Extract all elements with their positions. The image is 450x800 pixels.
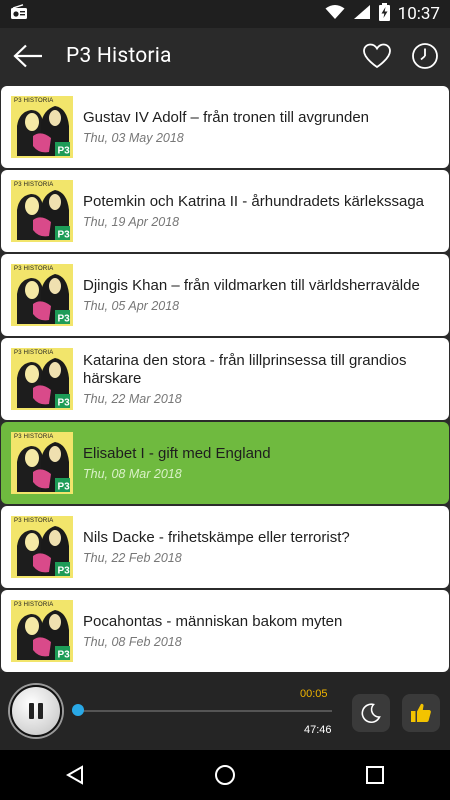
episode-date: Thu, 03 May 2018 (83, 131, 184, 145)
clock-icon (412, 43, 438, 69)
thumbnail-label: P3 HISTORIA (14, 266, 54, 272)
heart-icon (363, 43, 391, 69)
episode-thumbnail: P3 P3 HISTORIA (11, 264, 73, 326)
home-circle-icon (215, 765, 235, 785)
episode-thumbnail: P3 P3 HISTORIA (11, 516, 73, 578)
status-time: 10:37 (397, 4, 440, 24)
favorite-button[interactable] (360, 39, 394, 73)
episode-date: Thu, 22 Mar 2018 (83, 392, 182, 406)
episode-text: Nils Dacke - frihetskämpe eller terroris… (83, 529, 360, 565)
episode-title: Djingis Khan – från vildmarken till värl… (83, 277, 420, 294)
episode-title: Elisabet I - gift med England (83, 445, 271, 462)
sleep-timer-button[interactable] (408, 39, 442, 73)
episode-item[interactable]: P3 P3 HISTORIA Potemkin och Katrina II - å… (1, 170, 449, 252)
thumbnail-label: P3 HISTORIA (14, 98, 54, 104)
episode-item[interactable]: P3 P3 HISTORIA Djingis Khan – från vildmar… (1, 254, 449, 336)
episode-title: Katarina den stora - från lillprinsessa … (83, 352, 407, 387)
episode-title: Pocahontas - människan bakom myten (83, 613, 343, 630)
svg-text:P3: P3 (58, 314, 71, 325)
episode-item[interactable]: P3 P3 HISTORIA Elisabet I - gift med Engla… (1, 422, 449, 504)
episode-item[interactable]: P3 P3 HISTORIA Pocahontas - människan bako… (1, 590, 449, 672)
radio-icon (10, 4, 28, 24)
signal-icon (353, 4, 371, 25)
episode-item[interactable]: P3 P3 HISTORIA Nils Dacke - frihetskämpe e… (1, 506, 449, 588)
progress-knob[interactable] (72, 704, 84, 716)
episode-text: Katarina den stora - från lillprinsessa … (83, 352, 449, 406)
night-mode-button[interactable] (352, 694, 390, 732)
episode-thumbnail: P3 P3 HISTORIA (11, 600, 73, 662)
wifi-icon (325, 4, 345, 25)
nav-home-button[interactable] (195, 753, 255, 797)
episode-text: Djingis Khan – från vildmarken till värl… (83, 277, 430, 313)
recents-square-icon (366, 766, 384, 784)
episode-list[interactable]: P3 P3 HISTORIA Gustav IV Adolf – från tron… (0, 84, 450, 672)
progress-track (72, 710, 332, 712)
episode-date: Thu, 08 Feb 2018 (83, 635, 182, 649)
episode-date: Thu, 22 Feb 2018 (83, 551, 182, 565)
episode-thumbnail: P3 P3 HISTORIA (11, 348, 73, 410)
episode-title: Potemkin och Katrina II - århundradets k… (83, 193, 425, 210)
current-time: 00:05 (300, 688, 328, 700)
episode-text: Pocahontas - människan bakom myten Thu, 0… (83, 613, 352, 649)
status-bar: 10:37 (0, 0, 450, 28)
total-time: 47:46 (304, 724, 332, 736)
pause-icon (27, 703, 45, 719)
nav-back-button[interactable] (45, 753, 105, 797)
episode-text: Potemkin och Katrina II - århundradets k… (83, 193, 434, 229)
thumbs-up-icon (411, 703, 431, 722)
back-triangle-icon (65, 765, 83, 785)
episode-item[interactable]: P3 P3 HISTORIA Gustav IV Adolf – från tron… (1, 86, 449, 168)
episode-date: Thu, 05 Apr 2018 (83, 299, 180, 313)
svg-text:P3: P3 (58, 566, 71, 577)
episode-text: Gustav IV Adolf – från tronen till avgru… (83, 109, 379, 145)
episode-date: Thu, 08 Mar 2018 (83, 467, 182, 481)
episode-thumbnail: P3 P3 HISTORIA (11, 432, 73, 494)
pause-button[interactable] (10, 685, 62, 737)
app-bar: P3 Historia (0, 28, 450, 84)
thumbnail-label: P3 HISTORIA (14, 350, 54, 356)
thumbnail-label: P3 HISTORIA (14, 518, 54, 524)
moon-icon (361, 703, 381, 724)
svg-text:P3: P3 (58, 230, 71, 241)
episode-date: Thu, 19 Apr 2018 (83, 215, 180, 229)
episode-thumbnail: P3 P3 HISTORIA (11, 96, 73, 158)
svg-text:P3: P3 (58, 482, 71, 493)
thumbnail-label: P3 HISTORIA (14, 602, 54, 608)
episode-title: Nils Dacke - frihetskämpe eller terroris… (83, 529, 350, 546)
battery-charging-icon (378, 2, 390, 26)
nav-recents-button[interactable] (345, 753, 405, 797)
like-button[interactable] (402, 694, 440, 732)
thumbnail-label: P3 HISTORIA (14, 182, 54, 188)
progress-slider[interactable] (72, 702, 332, 720)
page-title: P3 Historia (66, 44, 172, 68)
thumbnail-label: P3 HISTORIA (14, 434, 54, 440)
episode-text: Elisabet I - gift med England Thu, 08 Mar… (83, 445, 281, 481)
back-arrow-icon (13, 44, 42, 68)
system-navbar (0, 750, 450, 800)
episode-item[interactable]: P3 P3 HISTORIA Katarina den stora - från l… (1, 338, 449, 420)
svg-text:P3: P3 (58, 146, 71, 157)
back-button[interactable] (0, 28, 56, 84)
svg-text:P3: P3 (58, 650, 71, 661)
svg-text:P3: P3 (58, 398, 71, 409)
episode-thumbnail: P3 P3 HISTORIA (11, 180, 73, 242)
episode-title: Gustav IV Adolf – från tronen till avgru… (83, 109, 370, 126)
